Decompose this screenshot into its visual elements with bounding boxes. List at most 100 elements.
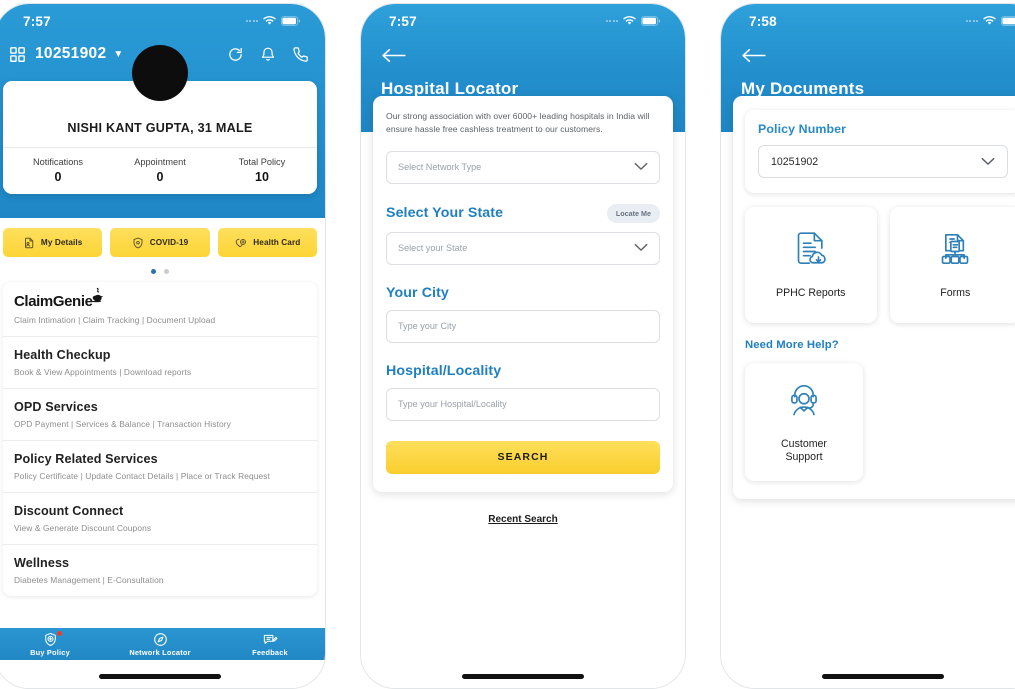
tab-network-locator[interactable]: Network Locator (105, 632, 215, 657)
chip-covid-19[interactable]: COVID-19 (110, 228, 210, 257)
quick-action-chips: My Details COVID-19 Health Card (0, 218, 325, 257)
need-more-help-label[interactable]: Need More Help? (745, 339, 1015, 351)
tab-buy-policy[interactable]: Buy Policy (0, 629, 105, 657)
hospital-input[interactable]: Type your Hospital/Locality (386, 387, 660, 421)
recent-search-link[interactable]: Recent Search (361, 514, 685, 525)
menu-item-subtitle: Diabetes Management | E-Consultation (14, 575, 164, 585)
headset-agent-icon (784, 380, 824, 425)
chip-health-card[interactable]: Health Card (217, 228, 317, 257)
phone-mockup-my-documents: 7:58 My Documents Policy Number 10251902… (721, 4, 1015, 688)
state-placeholder: Select your State (398, 243, 468, 254)
qr-code-icon[interactable] (9, 46, 26, 63)
menu-item-health-checkup[interactable]: Health Checkup Book & View Appointments … (3, 337, 317, 389)
avatar[interactable] (132, 45, 188, 101)
stat-total-policy[interactable]: Total Policy 10 (211, 157, 313, 184)
tab-label: Buy Policy (30, 647, 70, 657)
chip-label: COVID-19 (149, 238, 189, 247)
screenshot-root: 7:57 10251902 ▼ NISHI KANT GUPTA, 31 MAL… (0, 0, 1015, 689)
home-header: 7:57 10251902 ▼ NISHI KANT GUPTA, 31 MAL… (0, 4, 325, 218)
tile-label: Forms (940, 287, 971, 300)
stat-appointment[interactable]: Appointment 0 (109, 157, 211, 184)
network-type-placeholder: Select Network Type (398, 162, 482, 173)
policy-number-select[interactable]: 10251902 (758, 145, 1008, 178)
stat-value: 0 (54, 170, 62, 184)
status-icons (245, 16, 302, 26)
heart-card-icon (234, 237, 247, 249)
stat-label: Notifications (32, 157, 84, 167)
bottom-tab-bar: Buy Policy Network Locator Feedback (0, 628, 325, 660)
locate-me-button[interactable]: Locate Me (606, 203, 660, 223)
phone-call-icon[interactable] (292, 46, 309, 63)
back-arrow-icon[interactable] (361, 34, 685, 63)
screen-hospital-locator: 7:57 Hospital Locator Our strong associa… (361, 4, 685, 688)
menu-item-claimgenie[interactable]: ClaimGenie Claim Intimation | Claim Trac… (3, 282, 317, 337)
document-tiles: PPHC Reports Forms (745, 207, 1015, 323)
chevron-down-icon (634, 239, 648, 257)
battery-icon (1001, 16, 1015, 26)
stat-notifications[interactable]: Notifications 0 (7, 157, 109, 184)
phone-mockup-hospital-locator: 7:57 Hospital Locator Our strong associa… (361, 4, 685, 688)
menu-item-wellness[interactable]: Wellness Diabetes Management | E-Consult… (3, 545, 317, 596)
tile-label-line1: Customer (781, 437, 827, 450)
chevron-down-icon (981, 153, 995, 171)
signal-dots-icon (605, 20, 618, 22)
policy-number-label: Policy Number (758, 122, 847, 136)
tile-customer-support[interactable]: Customer Support (745, 363, 863, 481)
tile-pphc-reports[interactable]: PPHC Reports (745, 207, 877, 323)
city-placeholder: Type your City (398, 321, 457, 332)
profile-stats: Notifications 0 Appointment 0 Total Poli… (3, 147, 317, 194)
menu-item-policy-related-services[interactable]: Policy Related Services Policy Certifica… (3, 441, 317, 493)
status-time: 7:58 (749, 13, 777, 29)
tab-feedback[interactable]: Feedback (215, 632, 325, 657)
menu-item-title: Wellness (14, 556, 70, 570)
home-body: My Details COVID-19 Health Card ClaimGen… (0, 218, 325, 596)
forms-hierarchy-icon (935, 229, 975, 274)
city-input[interactable]: Type your City (386, 309, 660, 343)
intro-text: Our strong association with over 6000+ l… (386, 111, 650, 135)
tile-label: Customer Support (781, 438, 827, 464)
menu-item-subtitle: Policy Certificate | Update Contact Deta… (14, 471, 270, 481)
refresh-icon[interactable] (227, 46, 244, 63)
status-time: 7:57 (389, 13, 417, 29)
tile-label-line2: Support (785, 451, 823, 463)
phone-mockup-home: 7:57 10251902 ▼ NISHI KANT GUPTA, 31 MAL… (0, 4, 325, 688)
chip-my-details[interactable]: My Details (3, 228, 103, 257)
menu-item-discount-connect[interactable]: Discount Connect View & Generate Discoun… (3, 493, 317, 545)
pager-dot[interactable] (164, 269, 169, 274)
support-tiles: Customer Support (745, 363, 1015, 481)
city-heading: Your City (386, 284, 449, 301)
wifi-icon (263, 16, 276, 26)
carousel-pager (0, 257, 325, 282)
status-bar: 7:57 (361, 4, 685, 34)
back-arrow-icon[interactable] (721, 34, 1015, 63)
menu-item-subtitle: Book & View Appointments | Download repo… (14, 367, 192, 377)
state-select[interactable]: Select your State (386, 231, 660, 265)
wifi-icon (983, 16, 996, 26)
wifi-icon (623, 16, 636, 26)
signal-dots-icon (245, 20, 258, 22)
stat-label: Total Policy (238, 157, 286, 167)
policy-number-card: Policy Number 10251902 (745, 110, 1015, 193)
menu-item-title: ClaimGenie (14, 293, 93, 310)
stat-value: 0 (156, 170, 164, 184)
chip-label: My Details (40, 238, 83, 247)
tile-forms[interactable]: Forms (889, 207, 1015, 323)
pager-dot-active[interactable] (151, 269, 156, 274)
chevron-down-icon (634, 158, 648, 176)
caret-down-icon[interactable]: ▼ (113, 49, 123, 60)
locator-icon (153, 632, 168, 647)
network-type-select[interactable]: Select Network Type (386, 150, 660, 184)
menu-item-title: Discount Connect (14, 504, 124, 518)
menu-item-title: Policy Related Services (14, 452, 158, 466)
search-button[interactable]: SEARCH (386, 440, 660, 474)
menu-item-subtitle: OPD Payment | Services & Balance | Trans… (14, 419, 231, 429)
tab-label: Feedback (252, 647, 288, 657)
locator-form-card: Our strong association with over 6000+ l… (373, 96, 673, 492)
page-title: My Documents (741, 79, 865, 98)
policy-number-value: 10251902 (771, 155, 819, 168)
menu-item-opd-services[interactable]: OPD Services OPD Payment | Services & Ba… (3, 389, 317, 441)
chip-label: Health Card (253, 238, 301, 247)
bell-icon[interactable] (260, 46, 276, 63)
policy-number-label[interactable]: 10251902 (35, 45, 106, 63)
claimgenie-logo: ClaimGenie (14, 287, 306, 310)
